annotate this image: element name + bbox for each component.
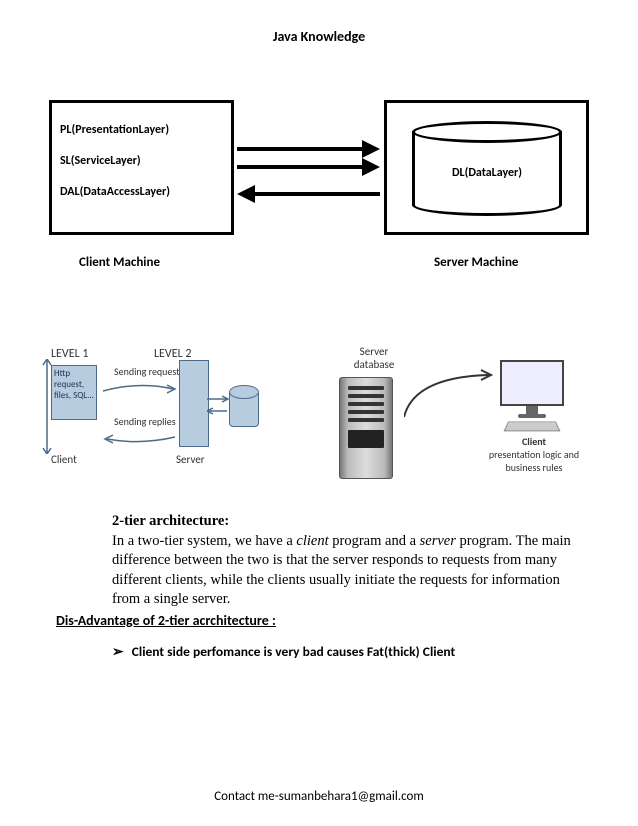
two-tier-title: 2-tier architecture: — [112, 513, 229, 529]
server-database-label: Server database — [344, 345, 404, 371]
p1c: program and a — [329, 533, 420, 549]
footer-contact: Contact me-sumanbehara1@gmail.com — [214, 789, 424, 804]
server-tower-icon — [339, 377, 404, 487]
server-machine-caption: Server Machine — [434, 255, 518, 270]
sending-requests-label: Sending requests — [114, 365, 183, 378]
page-header: Java Knowledge — [0, 0, 638, 45]
disadvantage-heading: Dis-Advantage of 2-tier acrchitecture : — [56, 612, 638, 629]
bullet-arrow-icon: ➢ — [112, 643, 124, 660]
client-right-title: Client — [522, 435, 546, 448]
client-machine-box: PL(PresentationLayer) SL(ServiceLayer) D… — [49, 100, 234, 235]
client-label: Client — [51, 453, 77, 466]
server-machine-box: DL(DataLayer) — [384, 100, 589, 235]
level1-label: LEVEL 1 — [51, 347, 88, 361]
database-cylinder-icon: DL(DataLayer) — [412, 121, 562, 216]
header-title: Java Knowledge — [273, 28, 365, 45]
layer-sl: SL(ServiceLayer) — [60, 146, 223, 177]
body-paragraph: 2-tier architecture: In a two-tier syste… — [112, 512, 578, 610]
arrow-sending-requests-icon — [101, 383, 179, 395]
server-label: Server — [176, 453, 205, 466]
client-machine-caption: Client Machine — [79, 255, 160, 270]
client-right-caption: Client presentation logic and business r… — [474, 435, 594, 474]
p1a: In a two-tier system, we have a — [112, 533, 296, 549]
page-footer: Contact me-sumanbehara1@gmail.com — [0, 789, 638, 804]
http-request-box: Http request, files, SQL... — [51, 365, 97, 420]
client-computer-icon — [494, 360, 569, 430]
datalayer-label: DL(DataLayer) — [412, 166, 562, 180]
client-column-line-icon — [41, 359, 53, 454]
arrow-to-db-icon — [207, 395, 231, 415]
p1b-client: client — [296, 533, 328, 549]
level2-server-box — [179, 360, 209, 447]
diagram-levels: LEVEL 1 LEVEL 2 Http request, files, SQL… — [39, 335, 599, 500]
layer-dal: DAL(DataAccessLayer) — [60, 177, 223, 208]
client-right-subcaption: presentation logic and business rules — [489, 448, 579, 474]
p1d-server: server — [420, 533, 456, 549]
diagram-client-server: PL(PresentationLayer) SL(ServiceLayer) D… — [39, 95, 599, 305]
sending-replies-label: Sending replies — [114, 415, 176, 428]
bullet-1-text: Client side perfomance is very bad cause… — [132, 643, 455, 660]
layer-pl: PL(PresentationLayer) — [60, 115, 223, 146]
level2-label: LEVEL 2 — [154, 347, 191, 361]
bullet-1: ➢ Client side perfomance is very bad caus… — [112, 643, 638, 660]
arrow-server-to-client-icon — [404, 367, 494, 427]
arrow-sending-replies-icon — [101, 433, 179, 445]
mini-database-icon — [229, 390, 259, 427]
